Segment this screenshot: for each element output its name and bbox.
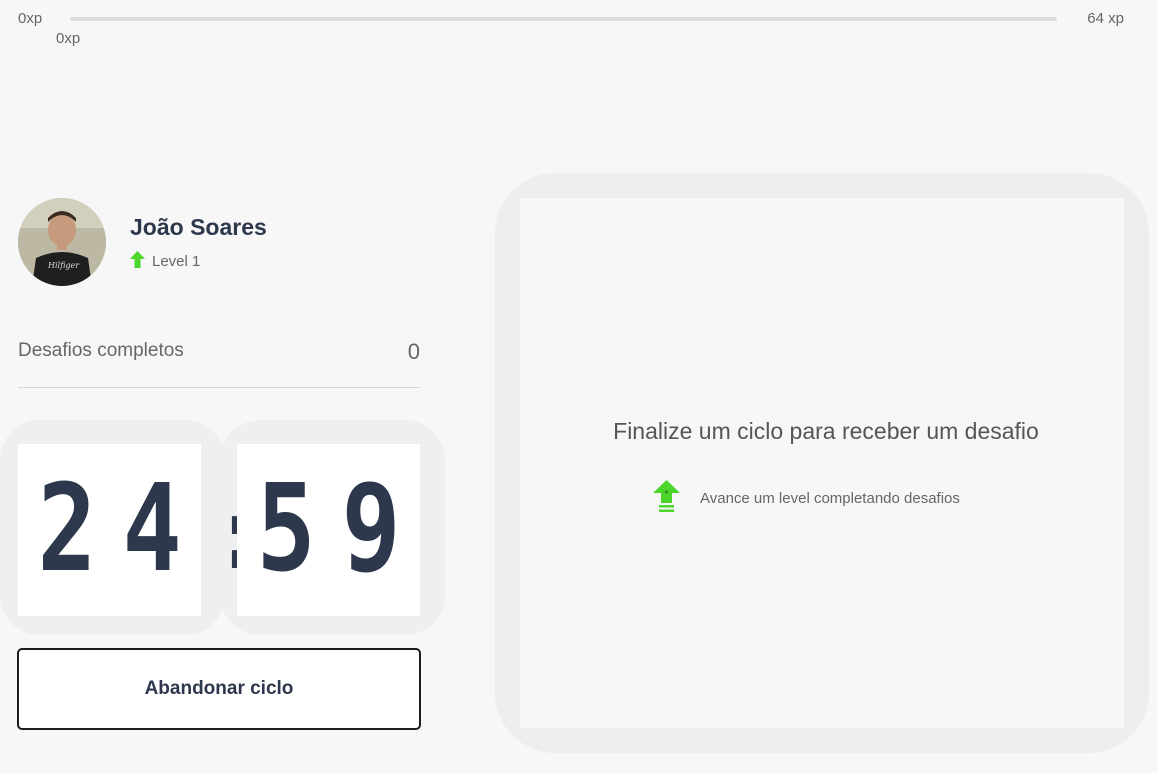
- challenge-box-inner: [520, 198, 1124, 728]
- level-up-arrow-icon: [130, 251, 145, 272]
- challenge-empty-title: Finalize um ciclo para receber um desafi…: [613, 418, 1039, 444]
- completed-challenges-label: Desafios completos: [18, 340, 184, 361]
- level-up-icon: [653, 480, 680, 517]
- second-digit-right: 9: [341, 460, 401, 599]
- xp-current-label: 0xp: [56, 30, 81, 47]
- completed-challenges-count: 0: [407, 339, 420, 364]
- level-label: Level 1: [152, 253, 201, 270]
- minute-digit-left: 2: [37, 460, 97, 599]
- abandon-cycle-button[interactable]: Abandonar ciclo: [17, 648, 421, 730]
- countdown-seconds: 5 9: [237, 444, 420, 616]
- xp-end-label: 64 xp: [1087, 10, 1124, 27]
- second-digit-left: 5: [256, 460, 316, 599]
- xp-start-label: 0xp: [18, 10, 43, 27]
- user-name: João Soares: [130, 214, 267, 240]
- svg-text:Hilfiger: Hilfiger: [47, 261, 80, 270]
- challenge-hint-text: Avance um level completando desafios: [700, 490, 960, 507]
- minute-digit-right: 4: [122, 460, 182, 599]
- completed-challenges: Desafios completos 0: [18, 339, 420, 388]
- avatar: Hilfiger: [18, 198, 106, 286]
- level-indicator: Level 1: [130, 251, 200, 272]
- challenge-hint: Avance um level completando desafios: [653, 480, 960, 517]
- countdown: 2 4 : 5 9: [0, 420, 445, 635]
- xp-progress-bar: [70, 17, 1057, 21]
- countdown-minutes: 2 4: [18, 444, 201, 616]
